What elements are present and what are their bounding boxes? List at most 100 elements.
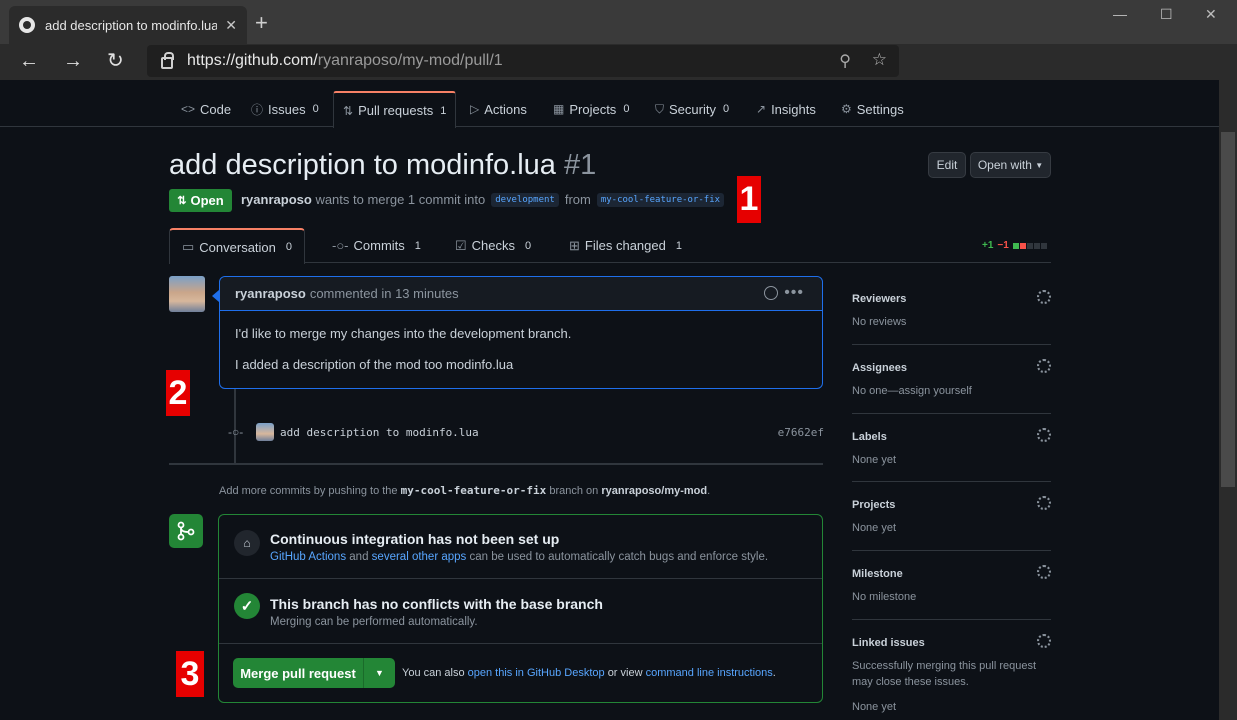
repo-tab-actions[interactable]: ▷ Actions	[470, 91, 527, 127]
gear-icon[interactable]	[1037, 496, 1051, 510]
tab-conversation[interactable]: ▭ Conversation 0	[169, 228, 306, 264]
command-line-link[interactable]: command line instructions	[646, 667, 773, 679]
lock-icon	[161, 52, 174, 69]
star-icon[interactable]: ☆	[872, 50, 887, 70]
conflict-subtitle: Merging can be performed automatically.	[270, 616, 478, 628]
comment-header: ryanraposo commented in 13 minutes •••	[220, 277, 822, 311]
chevron-down-icon: ▼	[1035, 160, 1044, 170]
conflict-title: This branch has no conflicts with the ba…	[270, 596, 603, 612]
pr-meta: ryanraposo wants to merge 1 commit into …	[241, 192, 751, 207]
pr-number: #1	[563, 149, 597, 181]
avatar[interactable]	[169, 276, 205, 312]
back-arrow-icon[interactable]: ←	[19, 50, 39, 72]
merge-pull-request-button[interactable]: Merge pull request	[233, 658, 364, 688]
github-desktop-link[interactable]: open this in GitHub Desktop	[468, 667, 605, 679]
ci-section: ⌂ Continuous integration has not been se…	[219, 515, 822, 579]
divider	[852, 344, 1051, 345]
browser-toolbar: ← → ↻ https://github.com/ryanraposo/my-m…	[0, 44, 1237, 80]
repo-tab-settings[interactable]: ⚙ Settings	[841, 91, 904, 127]
play-icon: ▷	[470, 102, 480, 116]
tab-files-changed[interactable]: ⊞ Files changed 1	[569, 228, 682, 263]
commit-row: -○- add description to modinfo.lua e7662…	[228, 422, 824, 442]
comment-icon: ▭	[182, 239, 195, 254]
pull-request-icon: ⇅	[343, 103, 354, 118]
repo-tab-security[interactable]: ⛉ Security 0	[655, 91, 729, 127]
avatar[interactable]	[256, 423, 274, 441]
commit-sha[interactable]: e7662ef	[778, 426, 824, 439]
commit-message[interactable]: add description to modinfo.lua	[280, 426, 479, 439]
repo-nav: <> Code ⓘ Issues 0 ⇅ Pull requests 1 ▷ Actions…	[0, 91, 1219, 128]
minimize-icon[interactable]: —	[1113, 6, 1127, 22]
kebab-icon[interactable]: •••	[784, 284, 804, 302]
sidebar-reviewers: Reviewers No reviews	[852, 290, 1051, 330]
merge-icon	[169, 514, 203, 548]
gear-icon: ⚙	[841, 102, 852, 116]
commit-icon: -○-	[228, 425, 244, 439]
comment-caret	[212, 290, 219, 302]
file-diff-icon: ⊞	[569, 237, 580, 253]
sidebar-labels: Labels None yet	[852, 428, 1051, 468]
divider	[169, 463, 823, 465]
gear-icon[interactable]	[1037, 359, 1051, 373]
edit-button[interactable]: Edit	[928, 152, 966, 178]
window-close-icon[interactable]: ✕	[1205, 6, 1217, 23]
gear-icon[interactable]	[1037, 634, 1051, 648]
gear-icon[interactable]	[1037, 428, 1051, 442]
repo-tab-code[interactable]: <> Code	[181, 91, 231, 127]
tab-commits[interactable]: -○- Commits 1	[332, 228, 421, 263]
divider	[852, 619, 1051, 620]
comment-line: I added a description of the mod too mod…	[235, 357, 514, 372]
github-favicon	[19, 17, 35, 33]
gear-icon[interactable]	[1037, 290, 1051, 304]
pull-request-icon: ⇅	[177, 195, 187, 207]
smiley-icon[interactable]	[764, 286, 778, 300]
comment-line: I'd like to merge my changes into the de…	[235, 326, 572, 341]
plus-icon[interactable]: +	[255, 12, 268, 34]
open-with-button[interactable]: Open with ▼	[970, 152, 1051, 178]
scrollbar-thumb[interactable]	[1221, 132, 1235, 487]
merge-button[interactable]: Merge pull request ▼	[233, 658, 395, 688]
tab-checks[interactable]: ☑ Checks 0	[455, 228, 531, 263]
gear-icon[interactable]	[1037, 565, 1051, 579]
check-icon: ✓	[234, 593, 260, 619]
repo-tab-projects[interactable]: ▦ Projects 0	[553, 91, 629, 127]
divider	[852, 550, 1051, 551]
shield-icon: ⛉	[655, 101, 665, 116]
forward-arrow-icon[interactable]: →	[63, 50, 83, 72]
maximize-icon[interactable]: ☐	[1160, 6, 1173, 23]
browser-tab[interactable]: add description to modinfo.lua b ✕	[9, 6, 247, 44]
merge-alternatives: You can also open this in GitHub Desktop…	[402, 667, 776, 679]
diffstat: +1 −1	[982, 240, 1047, 251]
divider	[852, 413, 1051, 414]
sidebar-milestone: Milestone No milestone	[852, 565, 1051, 605]
repo-tab-issues[interactable]: ⓘ Issues 0	[251, 91, 319, 127]
annotation-marker-1: 1	[737, 176, 761, 223]
sidebar-assignees: Assignees No one—assign yourself	[852, 359, 1051, 399]
pr-tabs: ▭ Conversation 0 -○- Commits 1 ☑ Checks 0 ⊞ Fil…	[169, 228, 1051, 264]
zoom-icon[interactable]: ⚲	[839, 51, 851, 71]
push-note: Add more commits by pushing to the my-co…	[219, 484, 711, 497]
ci-title: Continuous integration has not been set …	[270, 531, 560, 547]
browser-tab-title: add description to modinfo.lua b	[45, 17, 218, 33]
divider	[852, 481, 1051, 482]
chevron-down-icon[interactable]: ▼	[364, 658, 395, 688]
url-text: https://github.com/ryanraposo/my-mod/pul…	[187, 52, 503, 69]
base-branch[interactable]: development	[491, 192, 559, 207]
comment-author[interactable]: ryanraposo	[235, 286, 306, 301]
other-apps-link[interactable]: several other apps	[372, 551, 467, 563]
repo-tab-insights[interactable]: ↗ Insights	[756, 91, 816, 127]
checklist-icon: ☑	[455, 237, 467, 253]
repo-tab-pull-requests[interactable]: ⇅ Pull requests 1	[333, 91, 457, 128]
head-branch[interactable]: my-cool-feature-or-fix	[596, 192, 725, 207]
address-bar[interactable]: https://github.com/ryanraposo/my-mod/pul…	[147, 45, 899, 77]
close-icon[interactable]: ✕	[225, 17, 237, 34]
comment-meta: commented in 13 minutes	[309, 286, 459, 301]
pr-author[interactable]: ryanraposo	[241, 192, 312, 207]
annotation-marker-2: 2	[166, 370, 190, 416]
conflict-section: ✓ This branch has no conflicts with the …	[219, 579, 822, 644]
ci-subtitle: GitHub Actions and several other apps ca…	[270, 551, 769, 563]
graph-icon: ↗	[756, 102, 767, 116]
reload-icon[interactable]: ↻	[107, 50, 124, 72]
github-actions-link[interactable]: GitHub Actions	[270, 551, 346, 563]
pr-title: add description to modinfo.lua #1	[169, 149, 597, 181]
